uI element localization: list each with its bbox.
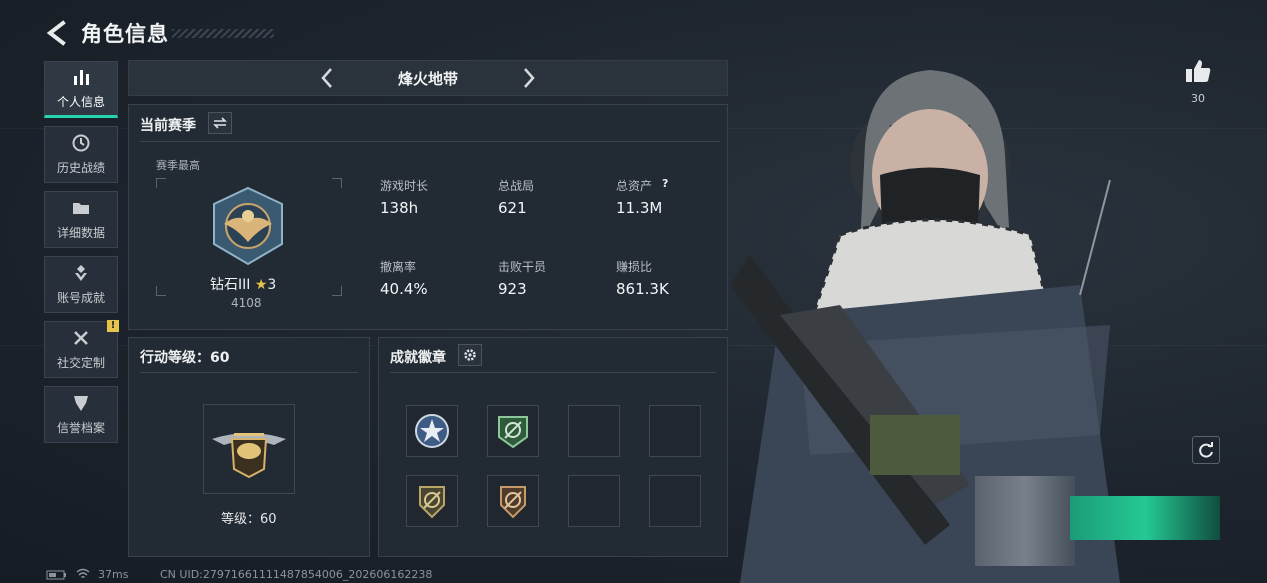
blurred-area [975, 476, 1075, 566]
frame-corner [332, 286, 342, 296]
folder-icon [73, 203, 89, 214]
star-badge-icon [415, 414, 449, 448]
gear-icon [464, 349, 476, 361]
thumbs-up-icon [1186, 60, 1211, 82]
sidebar-item-label: 信誉档案 [56, 421, 105, 435]
sidebar-item-personal-info[interactable]: 个人信息 [44, 61, 118, 118]
frame-corner [156, 286, 166, 296]
helicopter-emblem-icon [212, 433, 286, 479]
achievements-title: 成就徽章 [390, 350, 446, 366]
mode-name: 烽火地带 [397, 69, 458, 88]
wifi-icon [76, 568, 90, 579]
back-arrow-icon[interactable] [44, 20, 70, 46]
rank-name: 钻石III [210, 277, 251, 293]
title-decoration [172, 29, 274, 38]
swap-icon [213, 117, 227, 129]
sidebar-item-label: 账号成就 [56, 291, 105, 305]
frame-corner [156, 178, 166, 188]
like-count: 30 [1191, 92, 1205, 105]
like-widget[interactable]: 30 [1182, 58, 1214, 105]
sidebar-item-label: 个人信息 [56, 95, 105, 109]
season-title: 当前赛季 [140, 118, 196, 134]
action-level-title: 行动等级：60 [140, 350, 230, 366]
bronze-crosshair-badge-2-icon [500, 486, 526, 519]
stat-label: 赚损比 [616, 260, 653, 274]
stat-value: 923 [498, 280, 527, 298]
ping-value: 37ms [98, 568, 129, 581]
switch-season-button[interactable] [208, 112, 232, 134]
achievement-badge-slot-empty[interactable] [568, 475, 620, 527]
sidebar-item-label: 社交定制 [56, 356, 105, 370]
stat-label: 撤离率 [380, 260, 417, 274]
stat-label: 总战局 [498, 179, 535, 193]
chevron-left-icon[interactable] [316, 66, 340, 90]
stat-value: 138h [380, 199, 419, 217]
achievement-badge-slot-empty[interactable] [649, 405, 701, 457]
uid-text: CN UID:27971661111487854006_202606162238 [160, 568, 433, 581]
achievement-icon [75, 265, 87, 281]
battery-icon [46, 570, 66, 580]
bronze-crosshair-badge-icon [419, 486, 445, 519]
stat-label: 总资产 [616, 179, 653, 193]
sidebar-item-label: 历史战绩 [56, 161, 105, 175]
sidebar-item-label: 详细数据 [56, 226, 105, 240]
sidebar-item-social[interactable]: 社交定制 ! [44, 320, 119, 378]
level-text: 等级：60 [221, 512, 277, 527]
shield-icon [74, 396, 88, 411]
sidebar-item-history[interactable]: 历史战绩 [44, 126, 118, 183]
bar-chart-icon [74, 70, 89, 85]
achievements-settings-button[interactable] [458, 344, 482, 366]
achievement-badge-slot[interactable] [406, 475, 458, 527]
rank-label: 钻石III ★3 [210, 274, 276, 294]
achievement-badge-slot-empty[interactable] [649, 475, 701, 527]
rank-emblem-icon [213, 186, 283, 266]
sidebar-item-credit[interactable]: 信誉档案 [44, 386, 118, 443]
stat-value: 621 [498, 199, 527, 217]
divider [140, 372, 358, 373]
history-icon [72, 134, 90, 152]
achievement-badge-slot[interactable] [487, 475, 539, 527]
season-best-label: 赛季最高 [156, 159, 200, 172]
mode-selector: 烽火地带 [128, 60, 728, 96]
promo-banner[interactable] [1070, 496, 1220, 540]
tools-icon [74, 331, 88, 345]
frame-corner [332, 178, 342, 188]
chevron-right-icon[interactable] [516, 66, 540, 90]
rotate-view-button[interactable] [1192, 436, 1220, 464]
rank-stars: 3 [267, 277, 277, 293]
sidebar-item-detailed-data[interactable]: 详细数据 [44, 191, 118, 248]
sidebar-item-achievements[interactable]: 账号成就 [44, 256, 118, 313]
stat-value: 11.3M [616, 199, 663, 217]
achievement-badge-slot-empty[interactable] [568, 405, 620, 457]
green-crosshair-badge-icon [498, 416, 528, 449]
stat-label: 击败干员 [498, 260, 547, 274]
notification-badge: ! [107, 320, 119, 332]
divider [140, 141, 720, 142]
achievement-badge-slot[interactable] [487, 405, 539, 457]
stat-label: 游戏时长 [380, 179, 429, 193]
refresh-icon [1199, 442, 1213, 458]
stat-value: 861.3K [616, 280, 669, 298]
help-icon[interactable]: ? [662, 177, 668, 190]
level-emblem-frame [203, 404, 295, 494]
stat-value: 40.4% [380, 280, 428, 298]
achievement-badge-slot[interactable] [406, 405, 458, 457]
page-title: 角色信息 [81, 22, 169, 46]
divider [390, 372, 716, 373]
star-icon: ★ [254, 277, 268, 293]
rank-points: 4108 [231, 296, 262, 310]
